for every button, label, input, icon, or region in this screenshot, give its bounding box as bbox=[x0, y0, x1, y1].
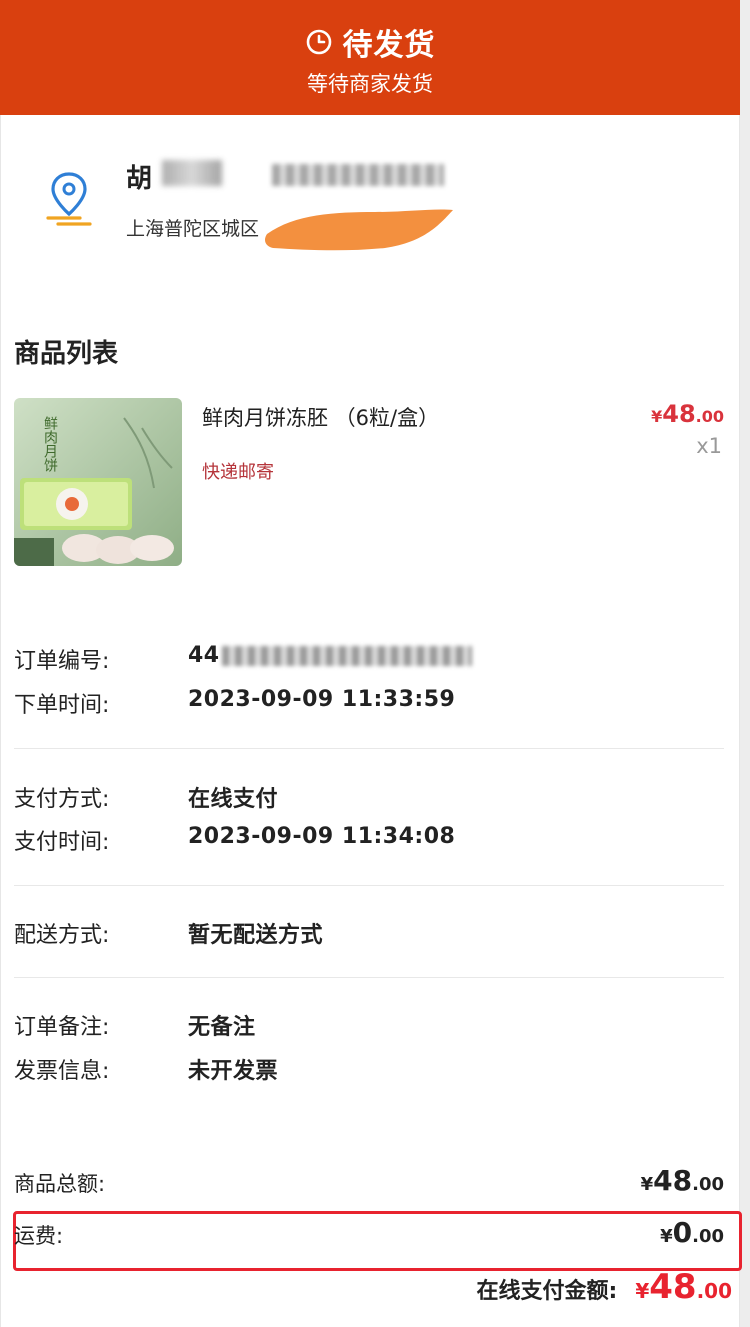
freight-label: 运费: bbox=[14, 1224, 64, 1248]
invoice-value: 未开发票 bbox=[188, 1059, 279, 1084]
divider bbox=[14, 748, 724, 749]
clock-icon bbox=[306, 29, 331, 55]
recipient-phone-redacted bbox=[272, 164, 444, 186]
card-border-right bbox=[739, 115, 740, 1327]
online-pay-amount: ¥48.00 bbox=[635, 1267, 732, 1307]
remark-value: 无备注 bbox=[188, 1015, 256, 1040]
freight-amount: ¥0.00 bbox=[660, 1216, 724, 1249]
recipient-name-redacted bbox=[162, 160, 222, 186]
product-price: ¥48.00 bbox=[651, 400, 724, 428]
shipping-method-tag: 快递邮寄 bbox=[202, 462, 274, 483]
online-pay-label: 在线支付金额: bbox=[476, 1279, 618, 1304]
pay-time-value: 2023-09-09 11:34:08 bbox=[188, 824, 456, 849]
order-status-title: 待发货 bbox=[342, 28, 436, 63]
thumbnail-label: 鲜肉月饼 bbox=[42, 416, 58, 472]
delivery-value: 暂无配送方式 bbox=[188, 923, 324, 948]
order-time-value: 2023-09-09 11:33:59 bbox=[188, 687, 456, 712]
order-time-label: 下单时间: bbox=[14, 693, 110, 718]
pay-time-label: 支付时间: bbox=[14, 830, 110, 855]
screen-edge bbox=[740, 0, 750, 1327]
order-status-subtitle: 等待商家发货 bbox=[307, 72, 433, 96]
address-redaction-mark bbox=[265, 209, 453, 251]
card-border-left bbox=[0, 115, 1, 1327]
location-pin-icon bbox=[46, 172, 92, 226]
status-title-row: 待发货 bbox=[0, 20, 740, 64]
product-thumbnail[interactable]: 鲜肉月饼 bbox=[14, 398, 182, 566]
pay-method-value: 在线支付 bbox=[188, 787, 279, 812]
goods-total-label: 商品总额: bbox=[14, 1172, 106, 1196]
goods-total-amount: ¥48.00 bbox=[640, 1164, 724, 1197]
remark-label: 订单备注: bbox=[14, 1015, 110, 1040]
product-name[interactable]: 鲜肉月饼冻胚 （6粒/盒） bbox=[202, 402, 439, 432]
recipient-name: 胡 bbox=[126, 164, 153, 194]
order-number-value: 44 bbox=[188, 643, 472, 668]
invoice-label: 发票信息: bbox=[14, 1059, 110, 1084]
product-list-title: 商品列表 bbox=[14, 339, 119, 369]
online-pay-row: 在线支付金额: ¥48.00 bbox=[477, 1267, 733, 1307]
order-status-header: 待发货 等待商家发货 bbox=[0, 0, 740, 115]
order-number-redacted bbox=[221, 646, 472, 666]
pay-method-label: 支付方式: bbox=[14, 787, 110, 812]
shipping-address-card[interactable]: 胡 上海普陀区城区 bbox=[0, 140, 740, 251]
address-text: 上海普陀区城区 bbox=[126, 218, 260, 240]
goods-total-row: 商品总额: ¥48.00 bbox=[14, 1164, 724, 1204]
product-quantity: x1 bbox=[696, 434, 722, 458]
divider bbox=[14, 885, 724, 886]
divider bbox=[14, 977, 724, 978]
product-item[interactable]: 鲜肉月饼 鲜肉月饼冻胚 （6粒/盒） 快递邮寄 ¥48.00 x1 bbox=[0, 396, 740, 571]
delivery-label: 配送方式: bbox=[14, 923, 110, 948]
order-number-label: 订单编号: bbox=[14, 649, 110, 674]
freight-row: 运费: ¥0.00 bbox=[14, 1216, 724, 1256]
